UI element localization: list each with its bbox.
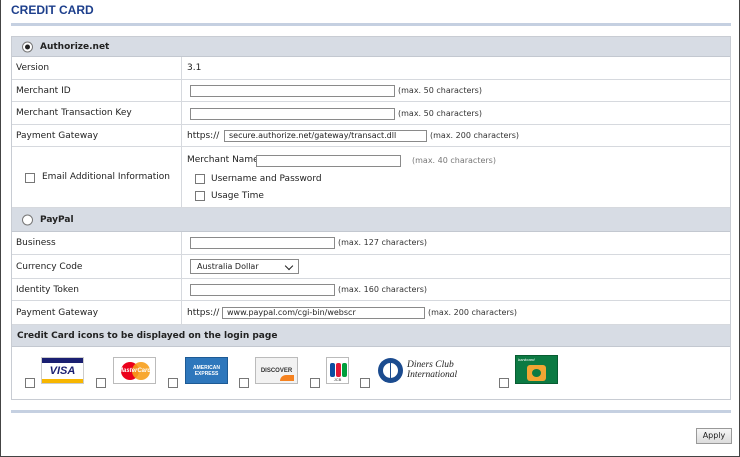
authorize-gateway-label: Payment Gateway	[16, 130, 99, 141]
icons-heading: Credit Card icons to be displayed on the…	[17, 330, 278, 341]
email-info-row: Email Additional Information Merchant Na…	[12, 147, 730, 208]
authorize-gateway-input[interactable]: secure.authorize.net/gateway/transact.dl…	[224, 130, 427, 142]
apply-button[interactable]: Apply	[696, 428, 732, 444]
username-password-label: Username and Password	[211, 174, 322, 184]
currency-row: Currency Code Australia Dollar	[12, 255, 730, 279]
usage-time-label: Usage Time	[211, 191, 264, 201]
jcb-logo-icon: JCB	[326, 357, 349, 384]
amex-checkbox[interactable]	[168, 378, 178, 388]
authorize-section-header: Authorize.net	[12, 37, 730, 57]
email-info-label: Email Additional Information	[42, 172, 170, 182]
paypal-radio[interactable]	[22, 214, 33, 225]
version-label: Version	[16, 63, 50, 73]
business-label: Business	[16, 238, 56, 248]
bottom-divider	[11, 410, 731, 413]
chevron-down-icon	[284, 261, 294, 271]
txn-key-input[interactable]	[190, 108, 395, 120]
paypal-heading: PayPal	[40, 214, 74, 225]
merchant-name-label: Merchant Name:	[187, 155, 262, 165]
authorize-radio[interactable]	[22, 41, 33, 52]
merchant-name-input[interactable]	[256, 155, 401, 167]
merchant-id-row: Merchant ID (max. 50 characters)	[12, 80, 730, 102]
paypal-gateway-input[interactable]: www.paypal.com/cgi-bin/webscr	[222, 307, 425, 319]
identity-input[interactable]	[190, 284, 335, 296]
amex-logo-icon: AMERICAN EXPRESS	[185, 357, 228, 384]
diners-logo-icon: Diners Club International	[377, 357, 487, 384]
card-icons-row: VISA MasterCard AMERICAN EXPRESS DISCOVE…	[12, 347, 730, 399]
currency-select-value: Australia Dollar	[197, 262, 259, 271]
title-divider	[11, 23, 731, 26]
discover-logo-icon: DISCOVER	[255, 357, 298, 384]
paypal-gateway-row: Payment Gateway https:// www.paypal.com/…	[12, 301, 730, 325]
authorize-gateway-hint: (max. 200 characters)	[430, 131, 520, 140]
merchant-id-hint: (max. 50 characters)	[398, 86, 482, 95]
bankcard-logo-icon: bankcard	[515, 355, 558, 384]
authorize-gateway-prefix: https://	[187, 131, 220, 141]
discover-checkbox[interactable]	[239, 378, 249, 388]
authorize-heading: Authorize.net	[40, 41, 110, 52]
usage-time-checkbox[interactable]	[195, 191, 205, 201]
paypal-gateway-prefix: https://	[187, 308, 220, 318]
mastercard-checkbox[interactable]	[96, 378, 106, 388]
paypal-gateway-label: Payment Gateway	[16, 307, 99, 318]
version-value: 3.1	[187, 63, 202, 73]
visa-checkbox[interactable]	[25, 378, 35, 388]
paypal-gateway-hint: (max. 200 characters)	[428, 308, 518, 317]
jcb-checkbox[interactable]	[310, 378, 320, 388]
visa-logo-icon: VISA	[41, 357, 84, 384]
identity-hint: (max. 160 characters)	[338, 285, 428, 294]
merchant-id-label: Merchant ID	[16, 85, 71, 96]
identity-label: Identity Token	[16, 284, 79, 295]
authorize-gateway-row: Payment Gateway https:// secure.authoriz…	[12, 125, 730, 147]
business-hint: (max. 127 characters)	[338, 238, 428, 247]
icons-section-header: Credit Card icons to be displayed on the…	[12, 325, 730, 347]
email-info-checkbox[interactable]	[25, 173, 35, 183]
paypal-section-header: PayPal	[12, 208, 730, 232]
txn-key-hint: (max. 50 characters)	[398, 109, 482, 118]
credit-card-panel: Authorize.net Version 3.1 Merchant ID (m…	[11, 36, 731, 400]
business-input[interactable]	[190, 237, 335, 249]
mastercard-logo-icon: MasterCard	[113, 357, 156, 384]
version-row: Version 3.1	[12, 57, 730, 80]
currency-label: Currency Code	[16, 261, 83, 272]
page-title: CREDIT CARD	[11, 3, 94, 17]
txn-key-label: Merchant Transaction Key	[16, 108, 132, 118]
txn-key-row: Merchant Transaction Key (max. 50 charac…	[12, 102, 730, 125]
identity-row: Identity Token (max. 160 characters)	[12, 279, 730, 301]
bankcard-checkbox[interactable]	[499, 378, 509, 388]
diners-checkbox[interactable]	[360, 378, 370, 388]
merchant-id-input[interactable]	[190, 85, 395, 97]
currency-select[interactable]: Australia Dollar	[190, 259, 299, 274]
merchant-name-hint: (max. 40 characters)	[412, 156, 496, 165]
username-password-checkbox[interactable]	[195, 174, 205, 184]
business-row: Business (max. 127 characters)	[12, 232, 730, 255]
